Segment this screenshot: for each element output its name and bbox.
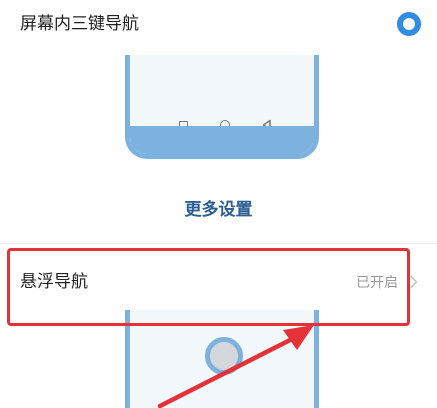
- more-settings-link[interactable]: 更多设置: [0, 199, 437, 221]
- three-key-nav-preview: [125, 55, 319, 159]
- phone-bottom-frame: [130, 126, 314, 154]
- chevron-right-icon: [410, 275, 418, 289]
- three-key-nav-radio[interactable]: [397, 12, 421, 36]
- floating-ball-icon: [205, 337, 243, 375]
- highlight-annotation-box: [7, 248, 410, 326]
- three-key-nav-option[interactable]: 屏幕内三键导航: [0, 0, 437, 52]
- three-key-nav-label: 屏幕内三键导航: [20, 14, 139, 34]
